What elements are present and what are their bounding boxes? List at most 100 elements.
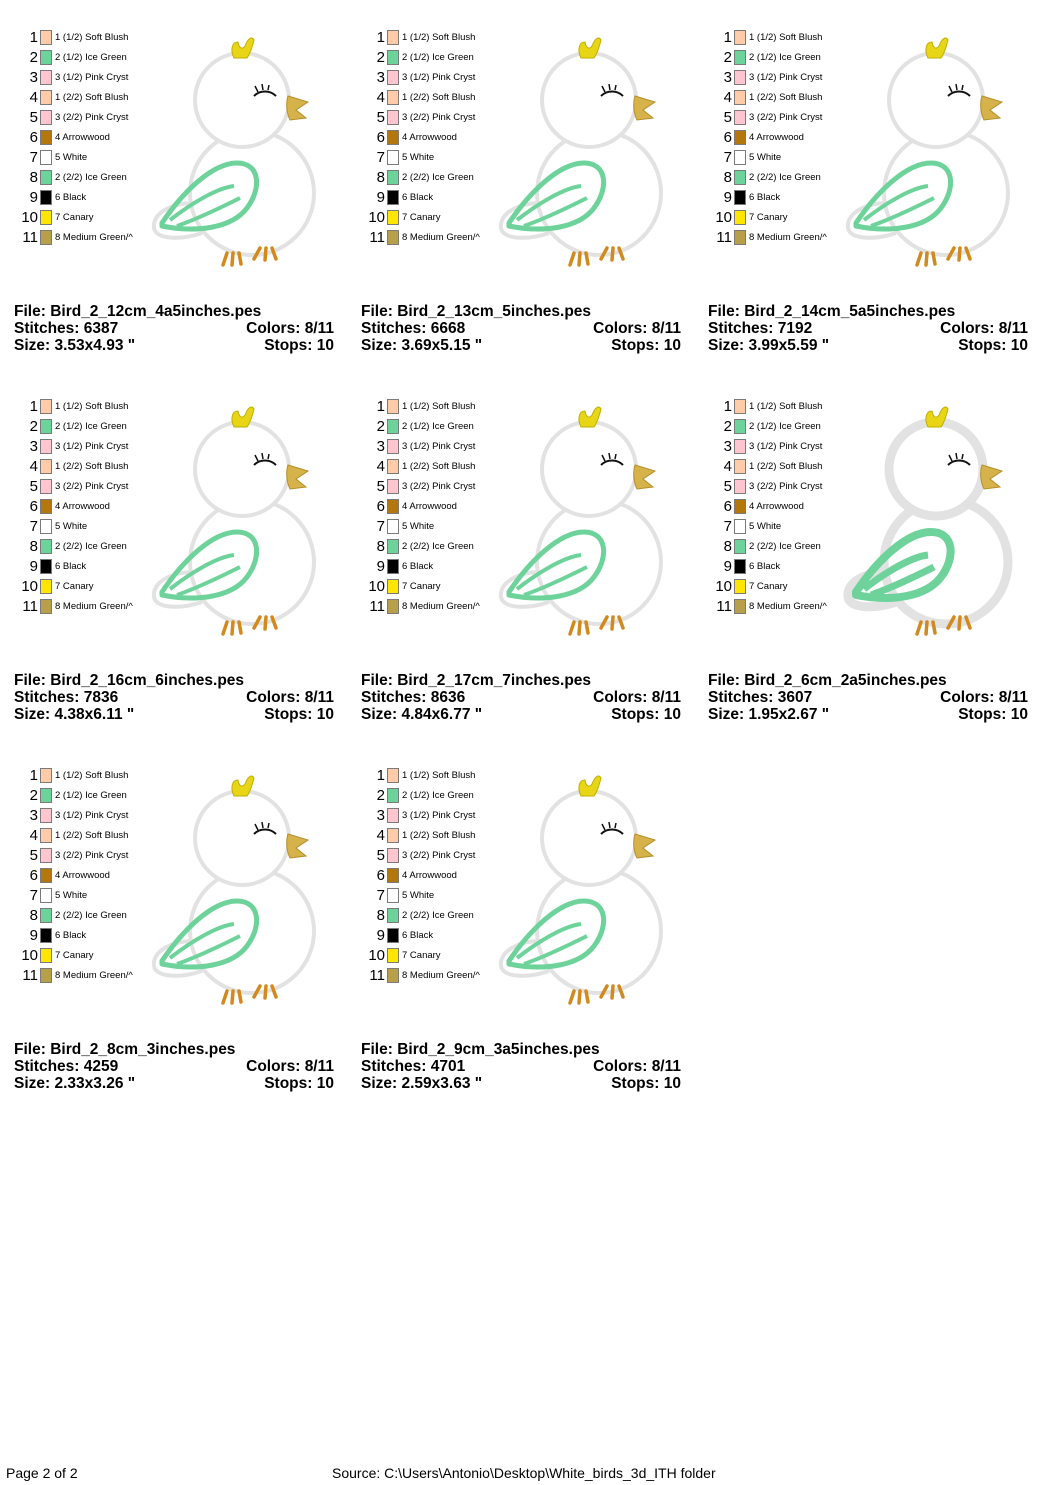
legend-item: 11 (1/2) Soft Blush bbox=[12, 397, 152, 417]
color-swatch bbox=[734, 539, 746, 554]
bird-foot-right bbox=[599, 984, 625, 1000]
legend-number: 6 bbox=[29, 867, 38, 884]
legend-item: 11 8 Medium Green/^ bbox=[12, 228, 152, 248]
legend-number: 8 bbox=[723, 538, 732, 555]
stitch-count: 7836 bbox=[83, 689, 119, 706]
stitches-label: Stitches: bbox=[14, 1058, 80, 1075]
legend-number: 7 bbox=[29, 518, 38, 535]
design-size: 3.69x5.15 " bbox=[401, 337, 483, 354]
design-info: File: Bird_2_13cm_5inches.pes Stitches: 6… bbox=[361, 303, 681, 354]
legend-number: 3 bbox=[29, 807, 38, 824]
legend-item: 96 Black bbox=[12, 557, 152, 577]
color-swatch bbox=[387, 110, 399, 125]
color-swatch bbox=[734, 439, 746, 454]
color-swatch bbox=[387, 908, 399, 923]
legend-number: 1 bbox=[29, 398, 38, 415]
color-swatch bbox=[387, 30, 399, 45]
legend-item: 11 (1/2) Soft Blush bbox=[706, 28, 846, 48]
color-swatch bbox=[734, 210, 746, 225]
size-label: Size: bbox=[361, 706, 398, 723]
legend-item: 22 (1/2) Ice Green bbox=[359, 786, 499, 806]
legend-item: 10 7 Canary bbox=[706, 577, 846, 597]
legend-number: 2 bbox=[723, 49, 732, 66]
color-swatch bbox=[40, 559, 52, 574]
legend-number: 1 bbox=[376, 29, 385, 46]
colors-label: Colors: bbox=[593, 689, 648, 706]
color-swatch bbox=[40, 868, 52, 883]
color-swatch bbox=[40, 499, 52, 514]
bird-head-outline bbox=[540, 789, 638, 887]
legend-item: 41 (2/2) Soft Blush bbox=[359, 88, 499, 108]
legend-number: 9 bbox=[723, 189, 732, 206]
stitch-count: 7192 bbox=[777, 320, 813, 337]
bird-head-outline bbox=[193, 789, 291, 887]
color-swatch bbox=[40, 928, 52, 943]
color-swatch bbox=[734, 499, 746, 514]
legend-number: 11 bbox=[716, 598, 732, 615]
color-swatch bbox=[734, 519, 746, 534]
legend-number: 10 bbox=[21, 947, 38, 964]
legend-item: 75 White bbox=[359, 886, 499, 906]
legend-item: 53 (2/2) Pink Cryst bbox=[706, 477, 846, 497]
legend-number: 6 bbox=[723, 498, 732, 515]
color-swatch bbox=[40, 459, 52, 474]
design-info: File: Bird_2_9cm_3a5inches.pes Stitches: … bbox=[361, 1041, 681, 1092]
legend-number: 8 bbox=[29, 538, 38, 555]
bird-design bbox=[151, 775, 316, 1005]
legend-item: 75 White bbox=[12, 148, 152, 168]
legend-item: 33 (1/2) Pink Cryst bbox=[12, 68, 152, 88]
legend-number: 3 bbox=[376, 69, 385, 86]
color-swatch bbox=[40, 190, 52, 205]
bird-foot-left bbox=[221, 251, 243, 267]
legend-item: 64 Arrowwood bbox=[706, 497, 846, 517]
file-label: File: bbox=[14, 672, 46, 689]
legend-number: 9 bbox=[29, 927, 38, 944]
color-swatch bbox=[387, 768, 399, 783]
color-swatch bbox=[40, 70, 52, 85]
stop-count: 10 bbox=[1010, 337, 1028, 354]
color-swatch bbox=[40, 848, 52, 863]
color-count: 8/11 bbox=[651, 320, 681, 337]
legend-number: 8 bbox=[29, 907, 38, 924]
legend-number: 3 bbox=[376, 438, 385, 455]
design-size: 2.59x3.63 " bbox=[401, 1075, 483, 1092]
legend-number: 1 bbox=[723, 29, 732, 46]
legend-item: 96 Black bbox=[706, 188, 846, 208]
legend-number: 5 bbox=[723, 478, 732, 495]
legend-item: 41 (2/2) Soft Blush bbox=[12, 88, 152, 108]
file-name: Bird_2_16cm_6inches.pes bbox=[50, 672, 245, 689]
legend-number: 9 bbox=[29, 558, 38, 575]
legend-item: 22 (1/2) Ice Green bbox=[12, 48, 152, 68]
legend-number: 3 bbox=[29, 438, 38, 455]
legend-number: 3 bbox=[376, 807, 385, 824]
legend-item: 82 (2/2) Ice Green bbox=[12, 168, 152, 188]
bird-design bbox=[498, 37, 663, 267]
legend-item: 22 (1/2) Ice Green bbox=[12, 786, 152, 806]
legend-number: 1 bbox=[376, 767, 385, 784]
legend-number: 4 bbox=[29, 827, 38, 844]
legend-item: 11 8 Medium Green/^ bbox=[12, 597, 152, 617]
legend-item: 41 (2/2) Soft Blush bbox=[706, 457, 846, 477]
legend-number: 8 bbox=[376, 538, 385, 555]
color-swatch bbox=[40, 479, 52, 494]
design-preview bbox=[498, 775, 663, 1005]
bird-beak bbox=[286, 833, 310, 859]
design-card: 11 (1/2) Soft Blush 2 2 (1/2) Ice Green 3 3 … bbox=[359, 397, 689, 723]
legend-number: 9 bbox=[376, 189, 385, 206]
legend-item: 64 Arrowwood bbox=[12, 497, 152, 517]
size-label: Size: bbox=[14, 1075, 51, 1092]
design-card: 11 (1/2) Soft Blush 2 2 (1/2) Ice Green 3 3 … bbox=[12, 397, 342, 723]
design-card: 11 (1/2) Soft Blush 2 2 (1/2) Ice Green 3 3 … bbox=[12, 766, 342, 1092]
design-info: File: Bird_2_14cm_5a5inches.pes Stitches:… bbox=[708, 303, 1028, 354]
legend-item: 11 (1/2) Soft Blush bbox=[359, 397, 499, 417]
color-swatch bbox=[387, 399, 399, 414]
legend-number: 9 bbox=[376, 558, 385, 575]
design-preview bbox=[843, 406, 1013, 636]
bird-beak bbox=[980, 464, 1004, 490]
legend-item: 10 7 Canary bbox=[12, 208, 152, 228]
color-swatch bbox=[40, 50, 52, 65]
color-swatch bbox=[734, 579, 746, 594]
stop-count: 10 bbox=[316, 706, 334, 723]
legend-item: 64 Arrowwood bbox=[12, 128, 152, 148]
color-swatch bbox=[734, 50, 746, 65]
